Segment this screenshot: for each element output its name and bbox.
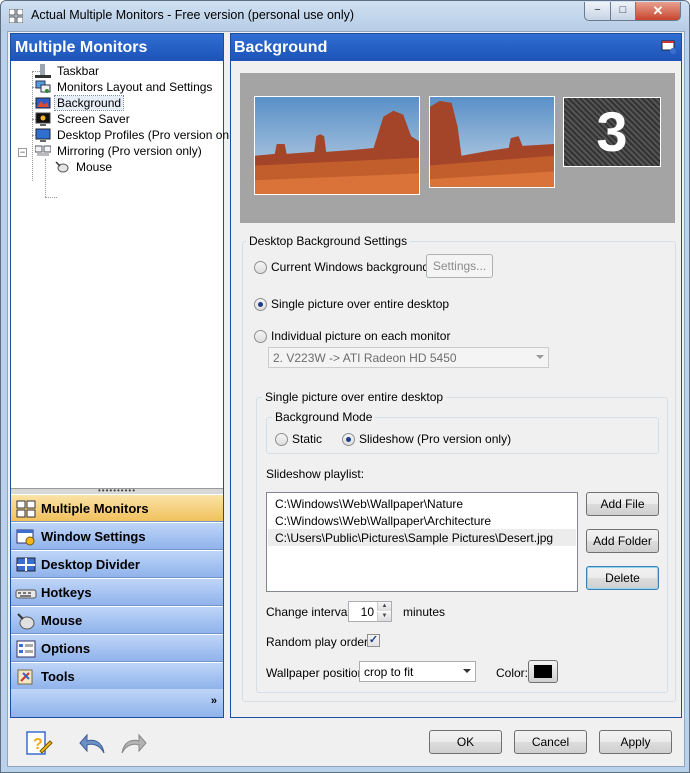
stepper-up-icon[interactable]: ▲	[377, 602, 391, 611]
monitor-2-preview[interactable]	[429, 96, 555, 188]
monitor-3-preview[interactable]: 3	[563, 97, 661, 167]
mouse-icon	[55, 161, 69, 173]
slideshow-playlist[interactable]: C:\Windows\Web\Wallpaper\Nature C:\Windo…	[266, 492, 578, 592]
tree-expander[interactable]: −	[18, 148, 27, 157]
monitor-select[interactable]: 2. V223W -> ATI Radeon HD 5450	[268, 347, 549, 368]
slideshow-playlist-label: Slideshow playlist:	[266, 467, 365, 481]
maximize-button[interactable]: □	[610, 2, 636, 21]
monitor-preview: 3	[240, 73, 675, 223]
cancel-button[interactable]: Cancel	[514, 730, 587, 754]
tree-item-screen-saver[interactable]: Screen Saver	[35, 112, 132, 128]
random-play-order-checkbox[interactable]: ✓	[367, 634, 380, 647]
chevron-down-icon	[536, 355, 544, 359]
apply-button[interactable]: Apply	[599, 730, 672, 754]
nav-tools[interactable]: Tools	[11, 662, 223, 690]
radio-indicator	[342, 433, 355, 446]
stepper-down-icon[interactable]: ▼	[377, 612, 391, 621]
tree-item-monitors-layout[interactable]: Monitors Layout and Settings	[35, 80, 214, 96]
list-item[interactable]: C:\Windows\Web\Wallpaper\Architecture	[268, 512, 576, 529]
color-swatch	[534, 665, 552, 678]
tree-item-desktop-profiles[interactable]: Desktop Profiles (Pro version only)	[35, 128, 244, 144]
app-window: Actual Multiple Monitors - Free version …	[0, 0, 690, 773]
radio-mode-static[interactable]: Static	[275, 432, 322, 446]
mouse-icon	[17, 613, 35, 630]
tree-item-background[interactable]: Background	[35, 95, 125, 112]
taskbar-icon	[35, 64, 51, 78]
tree-connector	[45, 159, 46, 197]
nav-hotkeys[interactable]: Hotkeys	[11, 578, 223, 606]
monitor-1-preview[interactable]	[254, 96, 420, 195]
monitors-layout-icon	[35, 80, 51, 93]
left-panel: Multiple Monitors Taskbar Monitors Layou…	[10, 33, 242, 718]
background-mode-title: Background Mode	[272, 410, 376, 424]
nav-overflow-button[interactable]: »	[11, 689, 223, 717]
color-picker-button[interactable]	[528, 660, 558, 683]
list-item[interactable]: C:\Windows\Web\Wallpaper\Nature	[268, 495, 576, 512]
wallpaper-position-select[interactable]: crop to fit	[359, 661, 476, 682]
nav-desktop-divider[interactable]: Desktop Divider	[11, 550, 223, 578]
single-picture-group-title: Single picture over entire desktop	[262, 390, 447, 404]
right-panel: Background 3 Desktop Background Settings…	[230, 33, 682, 718]
settings-tree[interactable]: Taskbar Monitors Layout and Settings Bac…	[11, 61, 242, 489]
desert-wallpaper-image	[255, 97, 419, 194]
mirroring-icon	[35, 145, 51, 156]
add-folder-button[interactable]: Add Folder	[586, 529, 659, 553]
nav-mouse[interactable]: Mouse	[11, 606, 223, 634]
background-icon	[35, 97, 51, 109]
desktop-divider-icon	[16, 557, 36, 572]
close-button[interactable]: ✕	[635, 2, 681, 21]
interval-stepper[interactable]: 10 ▲ ▼	[348, 601, 392, 622]
screen-saver-icon	[35, 112, 51, 126]
nav-multiple-monitors[interactable]: Multiple Monitors	[11, 494, 223, 522]
interval-unit-label: minutes	[403, 605, 446, 619]
radio-indicator	[254, 330, 267, 343]
desktop-profiles-icon	[35, 128, 51, 142]
undo-icon[interactable]	[78, 729, 108, 759]
interval-value: 10	[360, 605, 374, 619]
tree-item-mirroring[interactable]: Mirroring (Pro version only)	[35, 144, 204, 160]
color-label: Color:	[496, 666, 529, 680]
monitors-icon	[16, 500, 36, 518]
radio-mode-slideshow[interactable]: Slideshow (Pro version only)	[342, 432, 511, 446]
keyboard-icon	[15, 589, 37, 599]
app-icon	[9, 9, 23, 23]
tree-item-mouse[interactable]: Mouse	[54, 160, 114, 176]
help-icon[interactable]: ?	[24, 729, 54, 759]
radio-individual-picture[interactable]: Individual picture on each monitor	[254, 329, 450, 343]
options-icon	[16, 640, 36, 658]
random-play-order-label: Random play order	[266, 635, 369, 649]
window-settings-icon	[16, 529, 35, 546]
redo-icon[interactable]	[118, 729, 148, 759]
chevron-right-icon: »	[210, 695, 217, 707]
add-file-button[interactable]: Add File	[586, 492, 659, 516]
help-icon[interactable]	[661, 39, 677, 55]
monitor-number-label: 3	[596, 100, 628, 163]
tree-connector	[45, 197, 57, 198]
left-panel-header: Multiple Monitors	[11, 34, 223, 61]
tools-icon	[17, 669, 33, 685]
nav-window-settings[interactable]: Window Settings	[11, 522, 223, 550]
tree-item-taskbar[interactable]: Taskbar	[35, 64, 101, 80]
client-area: Multiple Monitors Taskbar Monitors Layou…	[7, 31, 685, 767]
window-title: Actual Multiple Monitors - Free version …	[31, 8, 355, 22]
delete-button[interactable]: Delete	[586, 566, 659, 590]
list-item[interactable]: C:\Users\Public\Pictures\Sample Pictures…	[268, 529, 576, 546]
desert-wallpaper-image	[430, 97, 554, 187]
radio-current-windows-background[interactable]: Current Windows background	[254, 260, 429, 274]
radio-indicator	[254, 298, 267, 311]
minimize-button[interactable]: −	[584, 2, 611, 21]
chevron-down-icon	[463, 669, 471, 673]
radio-indicator	[254, 261, 267, 274]
right-panel-header: Background	[231, 34, 681, 61]
change-interval-label: Change interval:	[266, 605, 354, 619]
wallpaper-position-label: Wallpaper position:	[266, 666, 368, 680]
radio-single-picture[interactable]: Single picture over entire desktop	[254, 297, 449, 311]
radio-indicator	[275, 433, 288, 446]
nav-options[interactable]: Options	[11, 634, 223, 662]
settings-button[interactable]: Settings...	[426, 254, 493, 278]
ok-button[interactable]: OK	[429, 730, 502, 754]
desktop-background-settings-title: Desktop Background Settings	[246, 234, 411, 248]
title-bar[interactable]: Actual Multiple Monitors - Free version …	[1, 1, 689, 31]
